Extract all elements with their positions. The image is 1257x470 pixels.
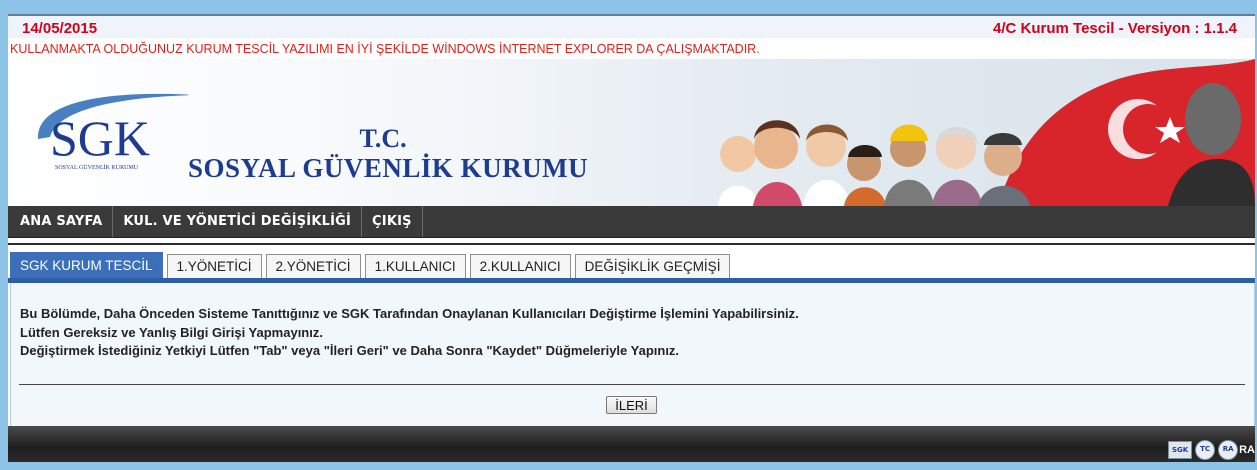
org-title: T.C. SOSYAL GÜVENLİK KURUMU bbox=[188, 125, 589, 184]
version-label: 4/C Kurum Tescil - Versiyon : 1.1.4 bbox=[993, 20, 1237, 37]
main-nav: ANA SAYFA KUL. VE YÖNETİCİ DEĞİŞİKLİĞİ Ç… bbox=[8, 206, 1255, 238]
org-name: SOSYAL GÜVENLİK KURUMU bbox=[188, 153, 589, 183]
tab-degisiklik-gecmisi[interactable]: DEĞİŞİKLİK GEÇMİŞİ bbox=[574, 254, 731, 278]
info-line: Lütfen Gereksiz ve Yanlış Bilgi Girişi Y… bbox=[20, 324, 323, 340]
date-label: 14/05/2015 bbox=[22, 20, 98, 37]
footer-icons: SGK TC RA RA bbox=[1168, 440, 1255, 460]
tab-kullanici-1[interactable]: 1.KULLANICI bbox=[364, 254, 466, 278]
sgk-footer-icon[interactable]: SGK bbox=[1168, 441, 1193, 459]
people-group bbox=[718, 120, 1030, 206]
top-strip: 14/05/2015 4/C Kurum Tescil - Versiyon :… bbox=[8, 14, 1255, 38]
tab-yonetici-1[interactable]: 1.YÖNETİCİ bbox=[166, 254, 262, 278]
info-message: Bu Bölümde, Daha Önceden Sisteme Tanıttı… bbox=[20, 305, 799, 361]
info-line: Bu Bölümde, Daha Önceden Sisteme Tanıttı… bbox=[20, 306, 799, 321]
app-frame: 14/05/2015 4/C Kurum Tescil - Versiyon :… bbox=[8, 14, 1255, 462]
tab-yonetici-2[interactable]: 2.YÖNETİCİ bbox=[265, 254, 361, 278]
tab-panel: Bu Bölümde, Daha Önceden Sisteme Tanıttı… bbox=[10, 283, 1255, 427]
tc-emblem-icon[interactable]: TC bbox=[1195, 440, 1216, 460]
content-divider bbox=[19, 384, 1245, 385]
tab-sgk-kurum-tescil[interactable]: SGK KURUM TESCİL bbox=[10, 252, 163, 279]
tab-kullanici-2[interactable]: 2.KULLANICI bbox=[469, 254, 571, 278]
org-tc: T.C. bbox=[359, 124, 407, 153]
ra-emblem-icon[interactable]: RA bbox=[1218, 440, 1239, 460]
browser-notice: KULLANMAKTA OLDUĞUNUZ KURUM TESCİL YAZIL… bbox=[10, 42, 760, 56]
logo-text: SGK bbox=[50, 110, 150, 166]
info-line: Değiştirmek İstediğiniz Yetkiyi Lütfen "… bbox=[20, 343, 680, 358]
nav-logout[interactable]: ÇIKIŞ bbox=[362, 206, 423, 237]
banner-people-image bbox=[718, 59, 1255, 206]
sgk-logo: SGK SOSYAL GÜVENLİK KURUMU bbox=[37, 93, 188, 171]
footer-trailing-text: RA bbox=[1239, 444, 1255, 456]
next-button[interactable]: İLERİ bbox=[606, 396, 657, 414]
nav-home[interactable]: ANA SAYFA bbox=[8, 206, 114, 237]
nav-user-admin-change[interactable]: KUL. VE YÖNETİCİ DEĞİŞİKLİĞİ bbox=[113, 206, 363, 237]
header-banner: SGK SOSYAL GÜVENLİK KURUMU T.C. SOSYAL G… bbox=[8, 59, 1255, 206]
logo-subtext: SOSYAL GÜVENLİK KURUMU bbox=[55, 164, 139, 171]
tab-bar: SGK KURUM TESCİL 1.YÖNETİCİ 2.YÖNETİCİ 1… bbox=[10, 252, 731, 279]
footer-bar: SGK TC RA RA bbox=[8, 426, 1255, 462]
nav-divider bbox=[8, 243, 1255, 245]
